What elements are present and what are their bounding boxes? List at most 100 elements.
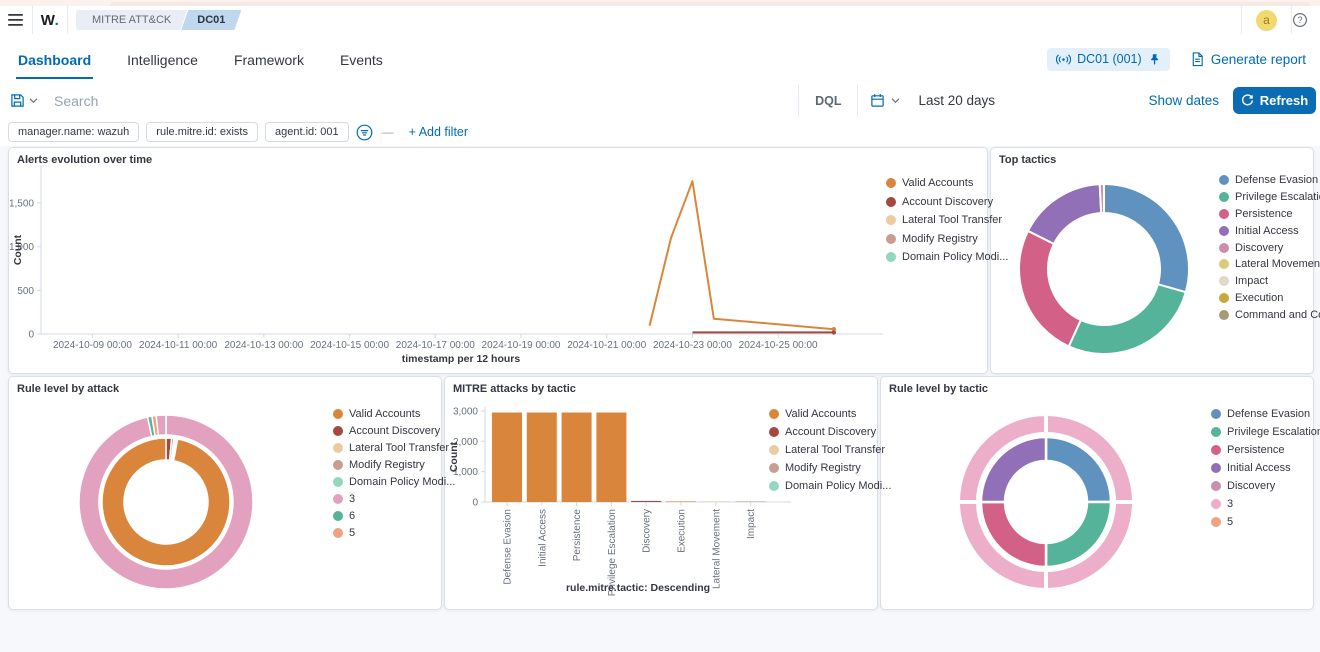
legend-dot <box>1219 226 1229 236</box>
legend-item-0[interactable]: Valid Accounts <box>333 405 455 422</box>
tab-intelligence[interactable]: Intelligence <box>125 39 200 79</box>
legend-item-7[interactable]: Execution <box>1219 290 1320 307</box>
legend-dot <box>769 481 779 491</box>
panel-title: Alerts evolution over time <box>17 154 152 166</box>
filter-bar: manager.name: wazuh rule.mitre.id: exist… <box>0 117 1320 147</box>
add-filter-link[interactable]: + Add filter <box>409 125 468 139</box>
legend-item-3[interactable]: Modify Registry <box>333 456 455 473</box>
x-tick-label: Persistence <box>572 509 583 562</box>
donut-segment-valid-accounts[interactable] <box>102 438 230 566</box>
donut-segment-initial-access[interactable] <box>1028 184 1101 244</box>
legend-dot <box>1211 517 1221 527</box>
legend-item-3[interactable]: Modify Registry <box>769 459 891 477</box>
legend-item-4[interactable]: Discovery <box>1211 477 1320 495</box>
legend-label: Initial Access <box>1227 462 1291 474</box>
legend-item-8[interactable]: Command and Cont... <box>1219 306 1320 323</box>
legend-item-3[interactable]: Modify Registry <box>886 230 1008 249</box>
legend-item-6[interactable]: 5 <box>1211 513 1320 531</box>
donut-segment-persistence[interactable] <box>1019 231 1081 346</box>
legend-item-2[interactable]: Lateral Tool Transfer <box>886 211 1008 230</box>
donut-segment-3[interactable] <box>156 415 166 435</box>
bar-2[interactable] <box>527 413 557 502</box>
donut-segment-discovery[interactable] <box>1100 184 1104 213</box>
legend-label: Valid Accounts <box>349 408 420 420</box>
show-dates-link[interactable]: Show dates <box>1134 93 1233 108</box>
bar-1[interactable] <box>492 413 522 502</box>
legend-label: Command and Cont... <box>1235 309 1320 321</box>
legend-item-6[interactable]: Impact <box>1219 273 1320 290</box>
pin-icon[interactable] <box>1148 53 1161 66</box>
date-picker-toggle[interactable] <box>858 93 912 108</box>
legend-label: Lateral Tool Transfer <box>349 442 449 454</box>
wazuh-logo[interactable]: W. <box>33 12 67 29</box>
line-series[interactable] <box>650 181 834 329</box>
donut-segment-defense-evasion[interactable] <box>1104 184 1189 292</box>
legend-item-5[interactable]: Lateral Movement <box>1219 256 1320 273</box>
x-tick-label: Lateral Movement <box>711 509 722 589</box>
legend-item-0[interactable]: Valid Accounts <box>886 174 1008 193</box>
breadcrumb-dc01[interactable]: DC01 <box>181 10 241 30</box>
avatar[interactable]: a <box>1256 10 1277 31</box>
bar-3[interactable] <box>562 413 592 502</box>
legend-item-6[interactable]: 6 <box>333 507 455 524</box>
legend-item-1[interactable]: Privilege Escalation <box>1219 189 1320 206</box>
bar-6[interactable] <box>666 501 696 502</box>
divider <box>67 6 68 34</box>
legend-item-4[interactable]: Domain Policy Modi... <box>333 473 455 490</box>
legend-item-0[interactable]: Defense Evasion <box>1211 405 1320 423</box>
help-icon[interactable]: ? <box>1292 12 1308 28</box>
legend-item-1[interactable]: Account Discovery <box>769 423 891 441</box>
generate-report-button[interactable]: Generate report <box>1190 51 1306 68</box>
legend-dot <box>886 234 896 244</box>
legend-item-0[interactable]: Defense Evasion <box>1219 172 1320 189</box>
legend-item-2[interactable]: Persistence <box>1211 441 1320 459</box>
agent-selector-pill[interactable]: DC01 (001) <box>1047 48 1170 71</box>
legend-label: Modify Registry <box>902 233 978 245</box>
refresh-button[interactable]: Refresh <box>1233 87 1316 114</box>
menu-icon[interactable] <box>0 6 32 34</box>
y-tick-label: 3,000 <box>453 407 478 418</box>
legend-item-3[interactable]: Initial Access <box>1219 222 1320 239</box>
date-range-label[interactable]: Last 20 days <box>912 93 1134 108</box>
tab-events[interactable]: Events <box>338 39 385 79</box>
filter-separator-dash: — <box>382 125 394 139</box>
legend-label: Defense Evasion <box>1235 174 1318 186</box>
legend-item-5[interactable]: 3 <box>1211 495 1320 513</box>
search-input[interactable]: Search <box>46 93 798 109</box>
x-tick-label: 2024-10-13 00:00 <box>224 340 303 351</box>
x-tick-label: 2024-10-21 00:00 <box>567 340 646 351</box>
legend-dot <box>1211 481 1221 491</box>
legend-dot <box>1219 175 1229 185</box>
legend-item-7[interactable]: 5 <box>333 524 455 541</box>
legend-item-2[interactable]: Persistence <box>1219 206 1320 223</box>
legend-item-5[interactable]: 3 <box>333 490 455 507</box>
x-tick-label: 2024-10-23 00:00 <box>653 340 732 351</box>
legend-item-4[interactable]: Discovery <box>1219 239 1320 256</box>
legend-label: Impact <box>1235 275 1268 287</box>
filter-options-icon[interactable] <box>356 124 373 141</box>
donut-segment-privilege-escalation[interactable] <box>1069 284 1186 354</box>
legend-label: Domain Policy Modi... <box>902 251 1008 263</box>
filter-pill-manager-name[interactable]: manager.name: wazuh <box>8 122 139 142</box>
legend-item-0[interactable]: Valid Accounts <box>769 405 891 423</box>
legend-item-4[interactable]: Domain Policy Modi... <box>886 248 1008 267</box>
filter-pill-rule-mitre-id[interactable]: rule.mitre.id: exists <box>146 122 258 142</box>
bar-4[interactable] <box>596 413 626 502</box>
bar-8[interactable] <box>736 501 766 502</box>
legend-item-1[interactable]: Account Discovery <box>333 422 455 439</box>
tab-framework[interactable]: Framework <box>232 39 306 79</box>
filter-pill-agent-id[interactable]: agent.id: 001 <box>265 122 349 142</box>
legend-item-1[interactable]: Account Discovery <box>886 193 1008 212</box>
saved-query-button[interactable] <box>0 93 46 108</box>
tab-dashboard[interactable]: Dashboard <box>16 39 93 79</box>
breadcrumb-mitre-attack[interactable]: MITRE ATT&CK <box>76 10 187 30</box>
legend-item-2[interactable]: Lateral Tool Transfer <box>769 441 891 459</box>
dql-button[interactable]: DQL <box>799 94 857 108</box>
legend-item-4[interactable]: Domain Policy Modi... <box>769 477 891 495</box>
bar-5[interactable] <box>631 501 661 502</box>
legend-item-2[interactable]: Lateral Tool Transfer <box>333 439 455 456</box>
legend-item-1[interactable]: Privilege Escalation <box>1211 423 1320 441</box>
x-tick-label: 2024-10-17 00:00 <box>396 340 475 351</box>
bar-7[interactable] <box>701 501 731 502</box>
legend-item-3[interactable]: Initial Access <box>1211 459 1320 477</box>
